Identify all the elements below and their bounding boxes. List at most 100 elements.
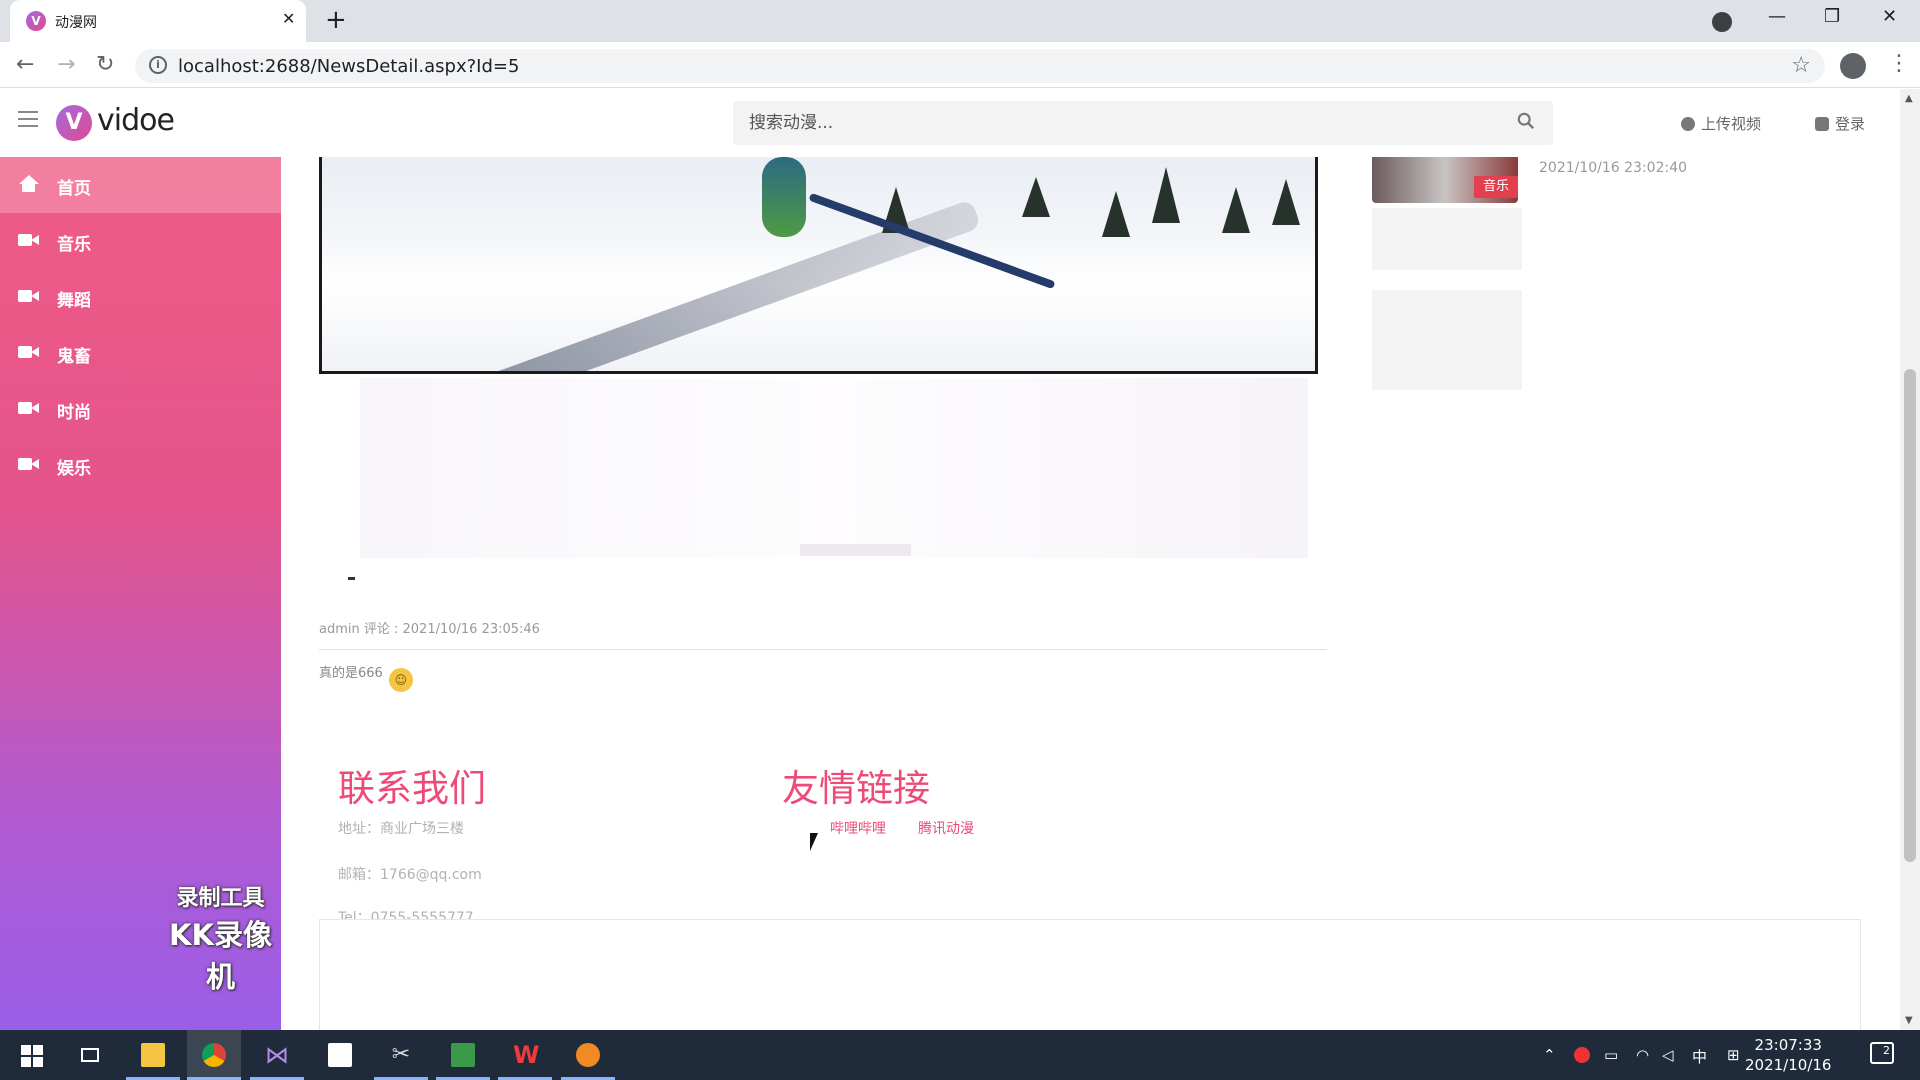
video-camera-icon [18,233,40,247]
tray-expand-icon[interactable]: ⌃ [1543,1046,1556,1064]
video-player[interactable] [319,157,1318,374]
login-label: 登录 [1835,115,1866,133]
recorder-watermark: 录制工具 KK录像机 [160,880,281,996]
sidebar-item-label: 鬼畜 [57,347,91,367]
sidebar-item-fashion[interactable]: 时尚 [0,381,281,437]
url-bar[interactable]: i localhost:2688/NewsDetail.aspx?Id=5 ☆ [135,49,1825,83]
new-tab-icon[interactable]: + [325,5,347,35]
folder-icon [141,1043,165,1067]
footer-bottom-panel [319,919,1861,1039]
watermark-line1: 录制工具 [176,886,265,911]
tab-title: 动漫网 [55,15,97,31]
minimize-icon[interactable]: — [1768,6,1786,27]
windows-logo-icon [21,1045,43,1067]
volume-icon[interactable]: ◁ [1662,1046,1674,1064]
user-icon [1815,117,1829,131]
visual-studio-icon: ⋈ [265,1041,289,1069]
clock-date: 2021/10/16 [1745,1056,1832,1074]
clock-time: 23:07:33 [1754,1036,1822,1054]
sidebar-item-dance[interactable]: 舞蹈 [0,269,281,325]
forward-icon[interactable]: → [57,52,75,77]
recorder-icon [576,1043,600,1067]
sidebar-item-music[interactable]: 音乐 [0,213,281,269]
sidebar-item-label: 娱乐 [57,459,91,479]
sidebar: 首页 音乐 舞蹈 鬼畜 时尚 娱乐 录制工具 KK录像机 [0,157,281,1030]
logo-text[interactable]: vidoe [97,103,175,138]
upload-video-link[interactable]: 上传视频 [1681,113,1761,134]
taskbar-visual-studio[interactable]: ⋈ [250,1030,304,1080]
taskbar-wps[interactable]: W [498,1030,552,1080]
network-icon[interactable]: ◠ [1636,1046,1649,1064]
contact-title: 联系我们 [338,767,486,810]
skier-figure [762,157,806,237]
store-icon [328,1043,352,1067]
comment-divider [319,649,1327,650]
taskbar-recorder[interactable] [561,1030,615,1080]
task-view-icon [81,1048,99,1062]
chrome-icon [202,1043,226,1067]
taskbar-file-explorer[interactable] [126,1030,180,1080]
taskbar-clock[interactable]: 23:07:33 2021/10/16 [1745,1035,1831,1075]
search-icon[interactable] [1517,112,1535,130]
reload-icon[interactable]: ↻ [96,52,114,77]
taskbar-tools[interactable]: ✂ [374,1030,428,1080]
close-tab-icon[interactable]: ✕ [282,9,295,28]
tab-search-icon[interactable] [1712,12,1732,32]
taskbar-chrome[interactable] [187,1030,241,1080]
sidebar-item-home[interactable]: 首页 [0,157,281,213]
divider-mark [348,577,355,580]
links-title: 友情链接 [782,767,930,810]
taskbar-store[interactable] [313,1030,367,1080]
friend-link-tencent[interactable]: 腾讯动漫 [918,818,974,838]
video-frame [322,157,1315,371]
scroll-thumb[interactable] [1904,369,1916,862]
mouse-cursor-icon [810,833,818,851]
search-box [733,101,1553,145]
site-info-icon[interactable]: i [149,56,167,74]
site-favicon-icon: V [26,11,46,31]
wps-icon: W [513,1041,540,1069]
comment-meta: admin 评论 : 2021/10/16 23:05:46 [319,622,540,637]
contact-address: 地址：商业广场三楼 [338,821,464,837]
bookmark-star-icon[interactable]: ☆ [1791,53,1811,78]
related-placeholder [1372,290,1522,390]
related-category-badge: 音乐 [1474,176,1518,198]
ime-indicator[interactable]: 中 [1692,1046,1707,1067]
url-text[interactable]: localhost:2688/NewsDetail.aspx?Id=5 [178,56,519,77]
login-link[interactable]: 登录 [1815,113,1865,134]
scroll-up-icon[interactable]: ▲ [1905,93,1913,104]
related-time: 2021/10/16 23:02:40 [1539,160,1688,176]
video-camera-icon [18,401,40,415]
friend-link-bilibili[interactable]: 哔哩哔哩 [830,818,886,838]
browser-tab[interactable]: V 动漫网 ✕ [10,0,306,42]
comment-text: 真的是666 [319,666,383,681]
account-avatar-icon[interactable] [1840,53,1866,79]
window-close-icon[interactable]: ✕ [1882,6,1897,27]
search-input[interactable] [733,101,1513,145]
video-camera-icon [18,289,40,303]
restore-icon[interactable]: ❐ [1824,6,1840,27]
task-view-button[interactable] [62,1030,116,1080]
page-scrollbar[interactable]: ▲ ▼ [1900,89,1920,1030]
article-body-strip [800,544,911,556]
start-button[interactable] [3,1030,57,1080]
logo-icon[interactable]: V [56,105,92,141]
sidebar-item-label: 时尚 [57,403,91,423]
article-body-blur [360,378,1308,558]
tray-app-icon[interactable] [1574,1047,1590,1063]
battery-icon[interactable]: ▭ [1604,1046,1618,1064]
video-camera-icon [18,457,40,471]
browser-menu-icon[interactable]: ⋮ [1888,51,1910,76]
sidebar-item-label: 舞蹈 [57,291,91,311]
ime-mode-icon[interactable]: ⊞ [1727,1046,1740,1064]
sidebar-item-kichiku[interactable]: 鬼畜 [0,325,281,381]
video-camera-icon [18,345,40,359]
related-placeholder [1372,208,1522,270]
comment-body: 真的是666 ☺ [319,662,413,692]
scroll-down-icon[interactable]: ▼ [1905,1015,1913,1026]
notification-center-icon[interactable]: 2 [1870,1042,1894,1064]
back-icon[interactable]: ← [16,52,34,77]
taskbar-sheet-app[interactable] [436,1030,490,1080]
menu-toggle-icon[interactable] [18,111,38,127]
sidebar-item-entertainment[interactable]: 娱乐 [0,437,281,493]
